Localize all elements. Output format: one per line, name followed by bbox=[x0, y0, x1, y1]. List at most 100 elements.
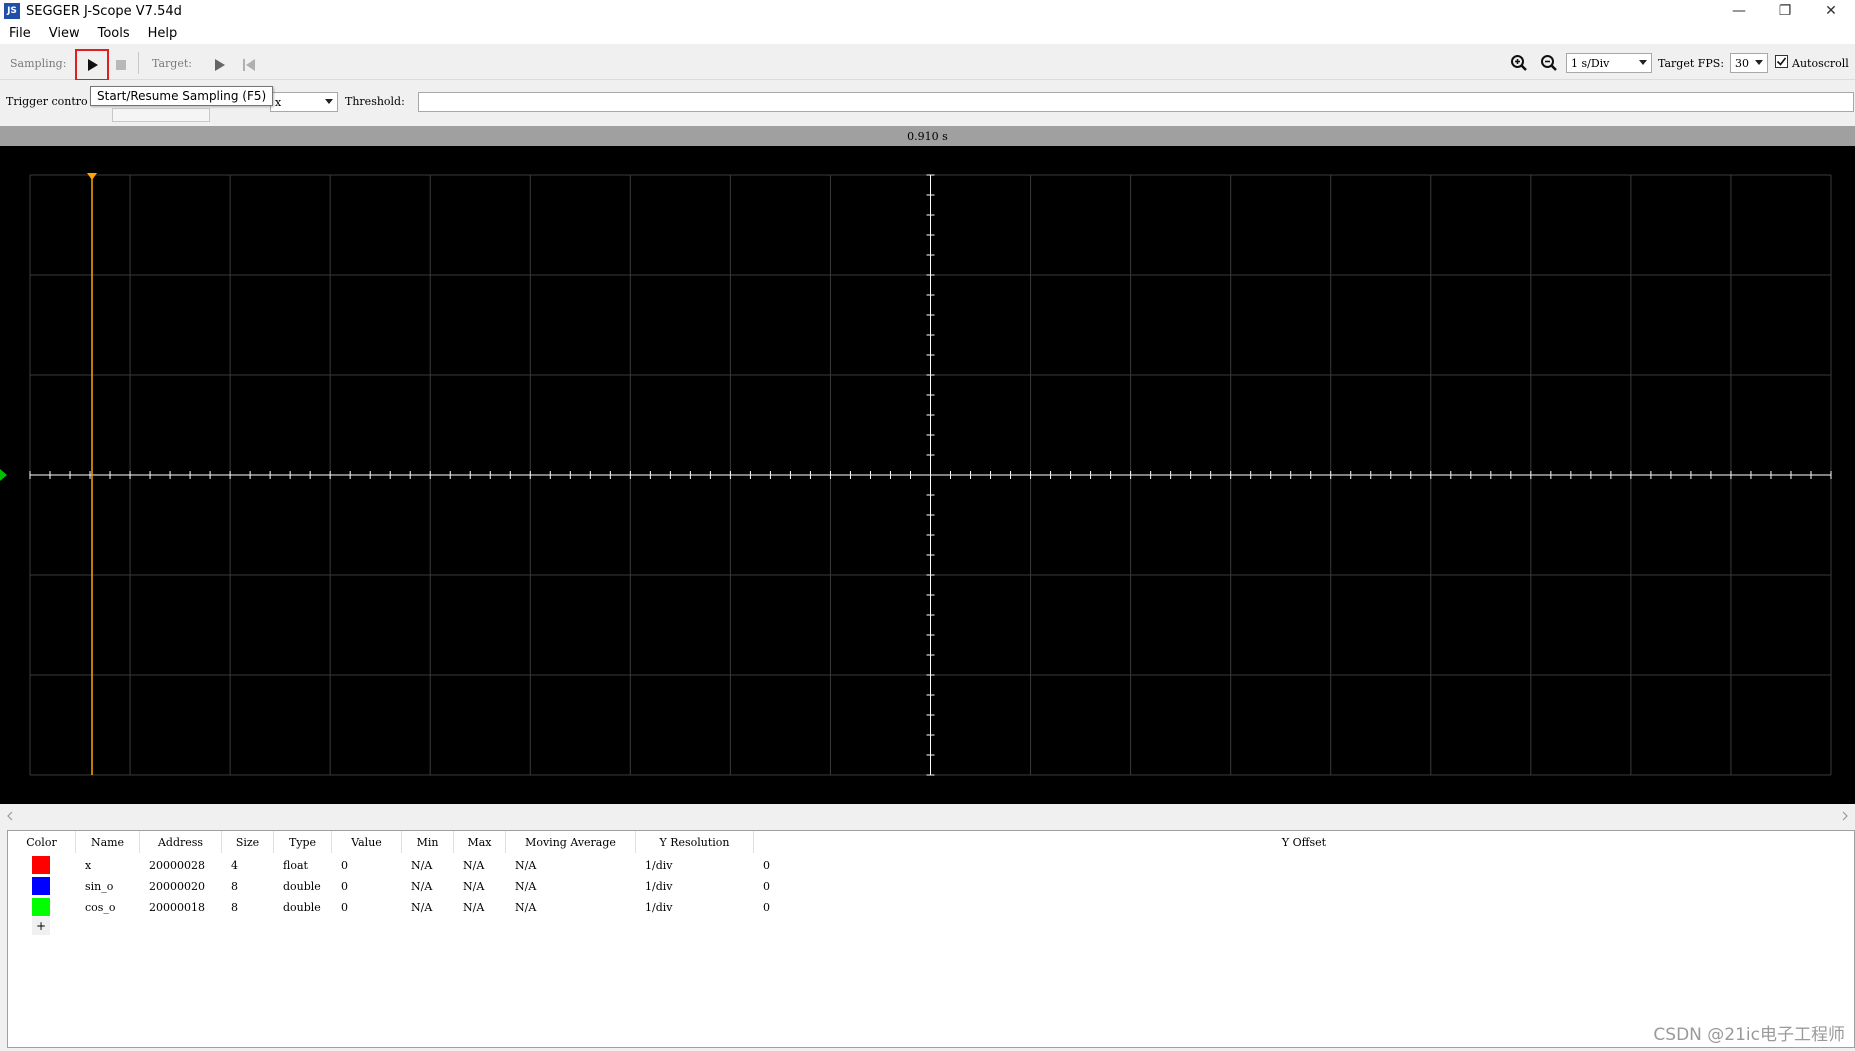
checkmark-icon bbox=[1776, 57, 1787, 66]
stop-icon bbox=[116, 60, 126, 70]
target-reset-icon bbox=[243, 59, 255, 71]
col-size[interactable]: Size bbox=[222, 831, 274, 853]
zoom-in-button[interactable] bbox=[1506, 50, 1532, 76]
color-swatch[interactable] bbox=[32, 877, 50, 895]
menu-bar: File View Tools Help bbox=[0, 22, 1855, 44]
toolbar-separator bbox=[138, 52, 139, 74]
fps-select[interactable]: 30 bbox=[1730, 53, 1768, 73]
chevron-down-icon bbox=[325, 99, 333, 104]
menu-tools[interactable]: Tools bbox=[89, 26, 139, 41]
cursor-marker-icon[interactable] bbox=[87, 173, 97, 180]
trigger-row: Trigger contro x Threshold: bbox=[0, 80, 1855, 126]
cell-size: 8 bbox=[231, 900, 238, 914]
cell-address: 20000028 bbox=[149, 858, 205, 872]
trigger-level-marker-icon[interactable] bbox=[0, 469, 7, 481]
cell-value: 0 bbox=[341, 858, 348, 872]
menu-view[interactable]: View bbox=[40, 26, 89, 41]
zoom-out-button[interactable] bbox=[1536, 50, 1562, 76]
chevron-down-icon bbox=[1755, 60, 1763, 65]
time-per-div-select[interactable]: 1 s/Div bbox=[1566, 53, 1652, 73]
stop-sampling-button[interactable] bbox=[108, 52, 134, 78]
cell-size: 4 bbox=[231, 858, 238, 872]
cell-min: N/A bbox=[411, 858, 433, 872]
fps-value: 30 bbox=[1735, 56, 1749, 70]
zoom-out-icon bbox=[1541, 55, 1557, 71]
horizontal-scrollbar[interactable] bbox=[0, 804, 1855, 826]
fps-label: Target FPS: bbox=[1658, 57, 1725, 70]
toolbar: Sampling: Target: 1 s/Div Target FPS: 30… bbox=[0, 44, 1855, 81]
cell-name: cos_o bbox=[85, 900, 116, 914]
zoom-in-icon bbox=[1511, 55, 1527, 71]
autoscroll-checkbox[interactable] bbox=[1775, 55, 1788, 68]
cell-value: 0 bbox=[341, 879, 348, 893]
cell-max: N/A bbox=[463, 879, 485, 893]
cell-y-offset: 0 bbox=[763, 900, 770, 914]
cell-y-resolution: 1/div bbox=[645, 879, 673, 893]
cell-address: 20000020 bbox=[149, 879, 205, 893]
col-name[interactable]: Name bbox=[76, 831, 140, 853]
cell-address: 20000018 bbox=[149, 900, 205, 914]
channel-table: Color Name Address Size Type Value Min M… bbox=[7, 830, 1855, 1048]
cell-moving-average: N/A bbox=[515, 858, 537, 872]
cell-name: x bbox=[85, 858, 92, 872]
menu-help[interactable]: Help bbox=[139, 26, 187, 41]
time-readout: 0.910 s bbox=[0, 126, 1855, 146]
col-max[interactable]: Max bbox=[454, 831, 506, 853]
color-swatch[interactable] bbox=[32, 898, 50, 916]
col-address[interactable]: Address bbox=[140, 831, 222, 853]
trigger-mode-buttons[interactable] bbox=[112, 108, 210, 122]
add-channel-button[interactable]: + bbox=[32, 917, 50, 935]
cell-min: N/A bbox=[411, 900, 433, 914]
threshold-input[interactable] bbox=[418, 92, 1854, 112]
col-color[interactable]: Color bbox=[8, 831, 76, 853]
tooltip: Start/Resume Sampling (F5) bbox=[90, 86, 274, 106]
cell-name: sin_o bbox=[85, 879, 114, 893]
cell-moving-average: N/A bbox=[515, 879, 537, 893]
scroll-left-icon[interactable] bbox=[6, 811, 14, 821]
scope-grid bbox=[0, 173, 1832, 776]
target-play-button[interactable] bbox=[206, 52, 232, 78]
threshold-label: Threshold: bbox=[345, 95, 405, 108]
sampling-label: Sampling: bbox=[10, 57, 67, 70]
target-play-icon bbox=[215, 59, 225, 71]
cell-y-offset: 0 bbox=[763, 858, 770, 872]
close-button[interactable]: ✕ bbox=[1808, 0, 1854, 22]
col-min[interactable]: Min bbox=[402, 831, 454, 853]
cell-moving-average: N/A bbox=[515, 900, 537, 914]
title-bar: JS SEGGER J-Scope V7.54d — ❐ ✕ bbox=[0, 0, 1855, 22]
minimize-button[interactable]: — bbox=[1716, 0, 1762, 22]
cell-value: 0 bbox=[341, 900, 348, 914]
target-label: Target: bbox=[152, 57, 192, 70]
window-title: SEGGER J-Scope V7.54d bbox=[26, 3, 182, 19]
cell-y-offset: 0 bbox=[763, 879, 770, 893]
col-moving-average[interactable]: Moving Average bbox=[506, 831, 636, 853]
trigger-channel-value: x bbox=[275, 95, 282, 109]
time-per-div-value: 1 s/Div bbox=[1571, 56, 1610, 70]
col-value[interactable]: Value bbox=[332, 831, 402, 853]
cell-type: float bbox=[283, 858, 308, 872]
cell-max: N/A bbox=[463, 858, 485, 872]
cell-type: double bbox=[283, 900, 321, 914]
app-icon: JS bbox=[4, 3, 20, 19]
trigger-control-label: Trigger contro bbox=[6, 95, 88, 108]
color-swatch[interactable] bbox=[32, 856, 50, 874]
chevron-down-icon bbox=[1639, 60, 1647, 65]
cell-min: N/A bbox=[411, 879, 433, 893]
watermark: CSDN @21ic电子工程师 bbox=[1653, 1025, 1845, 1045]
target-reset-button[interactable] bbox=[236, 52, 262, 78]
restore-button[interactable]: ❐ bbox=[1762, 0, 1808, 22]
cell-size: 8 bbox=[231, 879, 238, 893]
col-y-offset[interactable]: Y Offset bbox=[754, 831, 1854, 853]
menu-file[interactable]: File bbox=[0, 26, 40, 41]
autoscroll-label: Autoscroll bbox=[1792, 57, 1849, 70]
scope-plot[interactable] bbox=[0, 146, 1855, 804]
col-y-resolution[interactable]: Y Resolution bbox=[636, 831, 754, 853]
trigger-channel-select[interactable]: x bbox=[270, 92, 338, 112]
start-sampling-button[interactable] bbox=[75, 49, 109, 81]
cell-type: double bbox=[283, 879, 321, 893]
play-icon bbox=[88, 59, 98, 71]
cell-y-resolution: 1/div bbox=[645, 858, 673, 872]
col-type[interactable]: Type bbox=[274, 831, 332, 853]
cell-y-resolution: 1/div bbox=[645, 900, 673, 914]
scroll-right-icon[interactable] bbox=[1841, 811, 1849, 821]
